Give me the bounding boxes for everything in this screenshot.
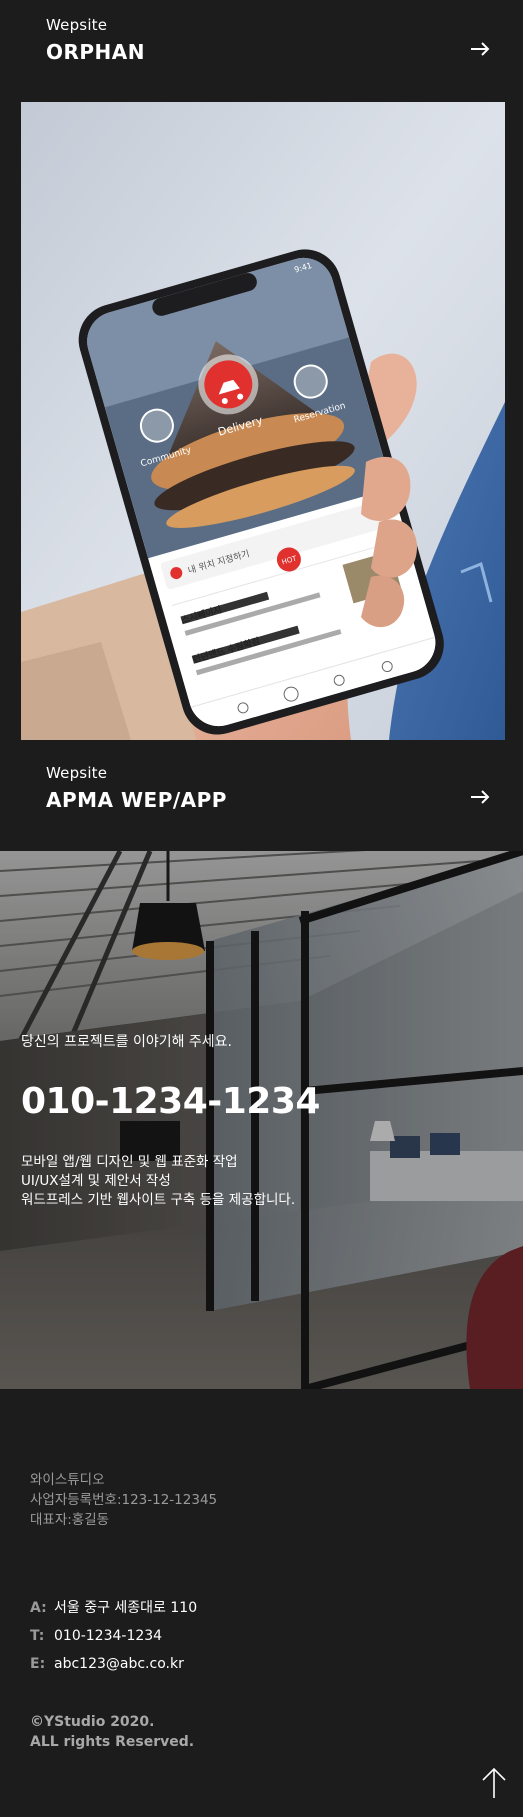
- project-header-apma[interactable]: Wepsite APMA WEP/APP: [0, 748, 523, 848]
- service-item: 워드프레스 기반 웹사이트 구축 등을 제공합니다.: [21, 1192, 296, 1208]
- address-value: 서울 중구 세종대로 110: [54, 1600, 198, 1616]
- contact-lead-text: 당신의 프로젝트를 이야기해 주세요.: [21, 1034, 232, 1050]
- tel-label: T:: [30, 1628, 45, 1644]
- email-value[interactable]: abc123@abc.co.kr: [54, 1656, 184, 1672]
- service-item: 모바일 앱/웹 디자인 및 웹 표준화 작업: [21, 1154, 238, 1170]
- contact-phone-number[interactable]: 010-1234-1234: [21, 1081, 320, 1122]
- project-category: Wepsite: [46, 764, 108, 782]
- company-name: 와이스튜디오: [30, 1472, 105, 1488]
- service-item: UI/UX설계 및 제안서 작성: [21, 1173, 171, 1189]
- project-title: APMA WEP/APP: [46, 788, 227, 812]
- address-label: A:: [30, 1600, 47, 1616]
- tel-value[interactable]: 010-1234-1234: [54, 1628, 162, 1644]
- company-ceo: 대표자:홍길동: [30, 1512, 110, 1528]
- arrow-up-icon[interactable]: [481, 1766, 507, 1800]
- email-row: E: abc123@abc.co.kr: [30, 1650, 197, 1678]
- company-info: 와이스튜디오 사업자등록번호:123-12-12345 대표자:홍길동: [30, 1470, 217, 1530]
- project-title: ORPHAN: [46, 40, 146, 64]
- copyright-line: ©YStudio 2020.: [30, 1714, 155, 1730]
- email-label: E:: [30, 1656, 46, 1672]
- tel-row: T: 010-1234-1234: [30, 1622, 197, 1650]
- address-row: A: 서울 중구 세종대로 110: [30, 1594, 197, 1622]
- project-header-orphan[interactable]: Wepsite ORPHAN: [0, 0, 523, 100]
- project-category: Wepsite: [46, 16, 108, 34]
- arrow-right-icon[interactable]: [469, 786, 491, 808]
- business-registration: 사업자등록번호:123-12-12345: [30, 1492, 218, 1508]
- copyright: ©YStudio 2020. ALL rights Reserved.: [30, 1712, 194, 1752]
- copyright-line: ALL rights Reserved.: [30, 1734, 195, 1750]
- services-list: 모바일 앱/웹 디자인 및 웹 표준화 작업 UI/UX설계 및 제안서 작성 …: [21, 1153, 295, 1210]
- arrow-right-icon[interactable]: [469, 38, 491, 60]
- contact-details: A: 서울 중구 세종대로 110 T: 010-1234-1234 E: abc12…: [30, 1594, 197, 1678]
- contact-section: 당신의 프로젝트를 이야기해 주세요. 010-1234-1234 모바일 앱/…: [0, 851, 523, 1389]
- project-photo-phone-mockup[interactable]: Community Delivery Reservation 내 위치 지정하기…: [21, 102, 505, 740]
